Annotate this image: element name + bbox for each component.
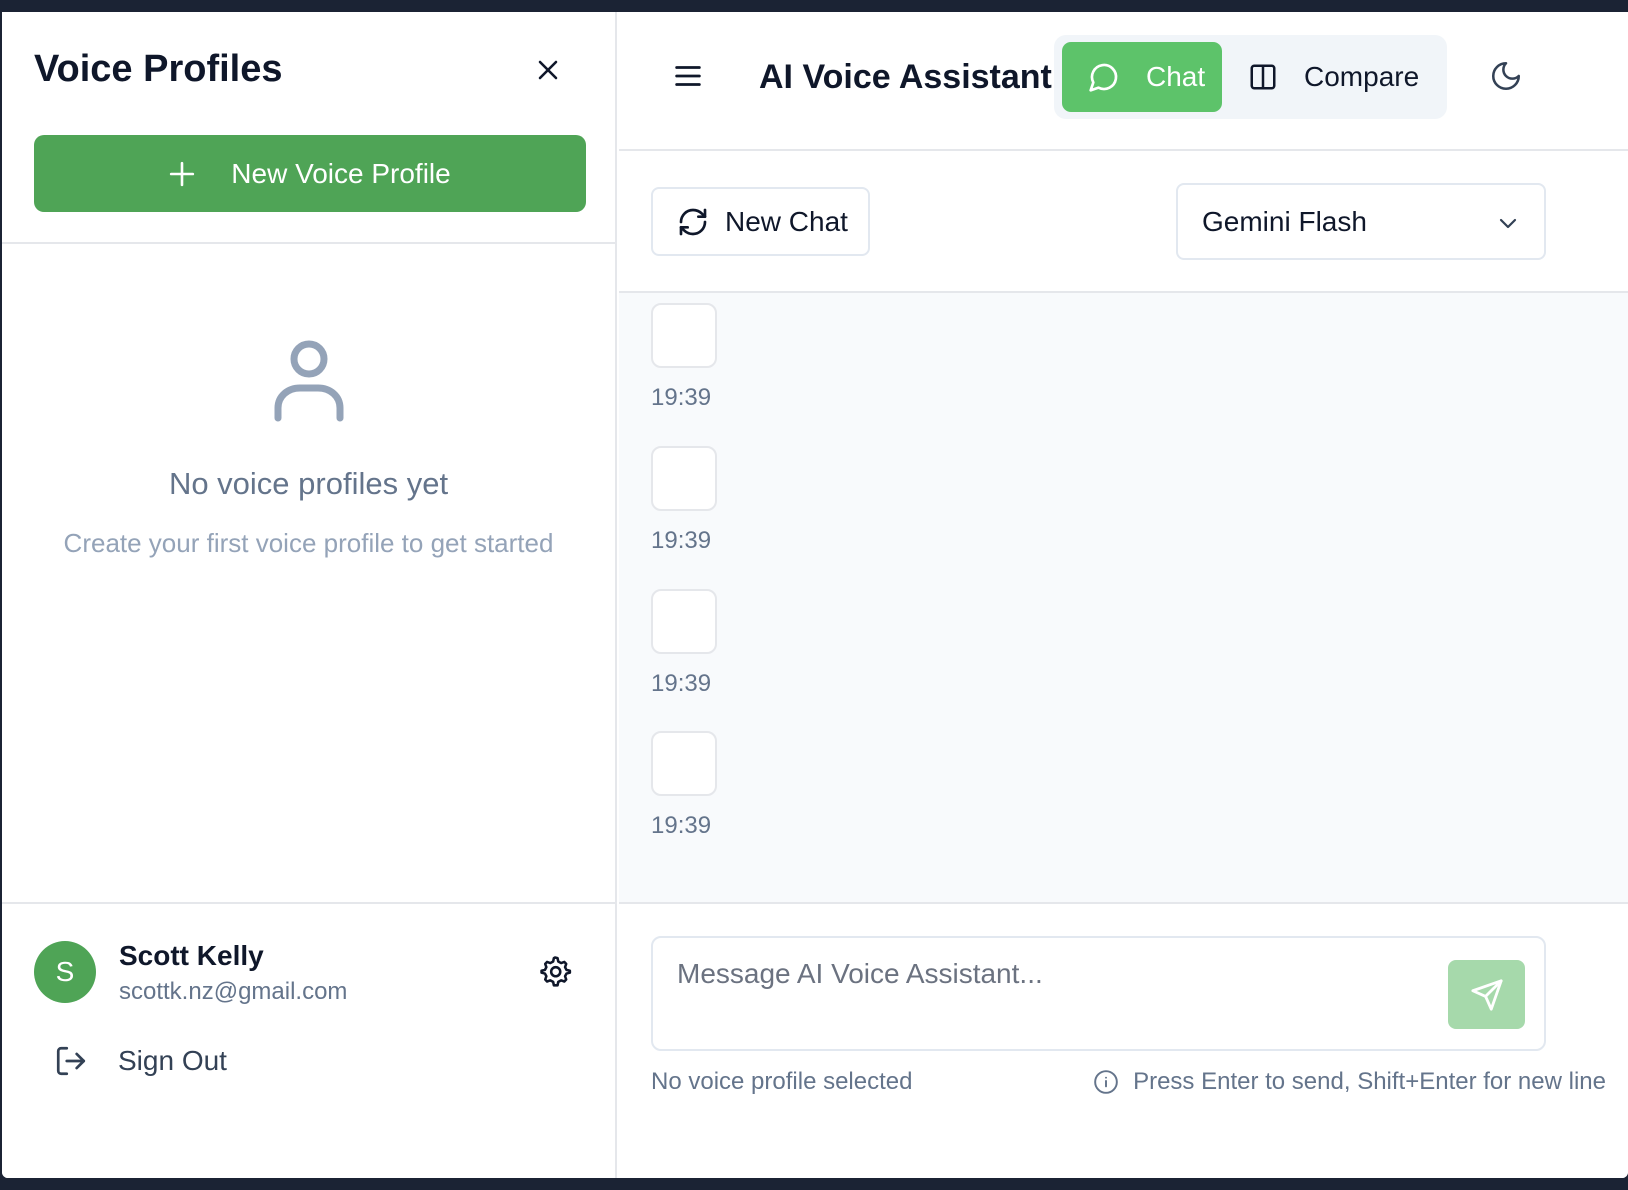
- model-select-value: Gemini Flash: [1202, 205, 1367, 237]
- chat-main: AI Voice Assistant Chat Compare New Chat…: [619, 12, 1628, 1178]
- empty-state-title: No voice profiles yet: [168, 466, 449, 501]
- tab-compare[interactable]: Compare: [1222, 42, 1442, 112]
- keyboard-hint-text: Press Enter to send, Shift+Enter for new…: [1133, 1068, 1606, 1095]
- send-icon: [1470, 978, 1503, 1011]
- message-circle-icon: [1089, 63, 1118, 92]
- plus-icon: [170, 161, 195, 186]
- message-timestamp: 19:39: [651, 527, 712, 554]
- close-icon: [538, 60, 558, 80]
- avatar: S: [34, 941, 96, 1003]
- message-bubble: [651, 731, 717, 796]
- user-name: Scott Kelly: [119, 940, 264, 971]
- new-voice-profile-button[interactable]: New Voice Profile: [34, 135, 586, 212]
- new-chat-label: New Chat: [725, 205, 848, 237]
- message-bubble: [651, 446, 717, 511]
- model-select[interactable]: Gemini Flash: [1176, 183, 1546, 260]
- info-icon: [1094, 1070, 1118, 1094]
- new-chat-button[interactable]: New Chat: [651, 187, 870, 256]
- tab-chat-label: Chat: [1146, 61, 1206, 92]
- tab-compare-label: Compare: [1304, 61, 1420, 92]
- settings-button[interactable]: [538, 954, 572, 988]
- composer: [651, 936, 1546, 1051]
- message-timestamp: 19:39: [651, 670, 712, 697]
- sign-out-button[interactable]: Sign Out: [54, 1044, 227, 1078]
- moon-icon: [1491, 61, 1521, 91]
- message-input[interactable]: [653, 938, 1433, 1049]
- voice-profile-status: No voice profile selected: [651, 1068, 913, 1095]
- hamburger-icon: [675, 66, 701, 86]
- chevron-down-icon: [1499, 218, 1517, 229]
- keyboard-hint: Press Enter to send, Shift+Enter for new…: [1093, 1068, 1606, 1096]
- log-out-icon: [56, 1046, 86, 1076]
- tab-chat[interactable]: Chat: [1062, 42, 1222, 112]
- new-voice-profile-label: New Voice Profile: [231, 157, 451, 189]
- menu-button[interactable]: [671, 59, 705, 93]
- columns-icon: [1250, 64, 1276, 90]
- send-button[interactable]: [1448, 960, 1525, 1029]
- app-title: AI Voice Assistant: [759, 58, 1052, 96]
- sidebar-footer: S Scott Kelly scottk.nz@gmail.com Sign O…: [2, 902, 615, 1178]
- mode-toggle: Chat Compare: [1054, 35, 1447, 119]
- user-icon: [274, 340, 344, 422]
- top-bar: AI Voice Assistant Chat Compare: [619, 12, 1628, 151]
- list-item: 19:39: [651, 303, 717, 412]
- sign-out-label: Sign Out: [118, 1045, 227, 1076]
- message-timestamp: 19:39: [651, 812, 712, 839]
- list-item: 19:39: [651, 589, 717, 698]
- sidebar-title: Voice Profiles: [34, 48, 283, 90]
- theme-toggle-button[interactable]: [1489, 59, 1525, 95]
- close-sidebar-button[interactable]: [530, 52, 566, 88]
- voice-profiles-sidebar: Voice Profiles New Voice Profile No voic…: [2, 12, 617, 1178]
- message-timestamp: 19:39: [651, 384, 712, 411]
- list-item: 19:39: [651, 731, 717, 840]
- user-email: scottk.nz@gmail.com: [119, 978, 348, 1005]
- gear-icon: [540, 956, 572, 987]
- message-list: 19:39 19:39 19:39 19:39: [619, 293, 1628, 902]
- list-item: 19:39: [651, 446, 717, 555]
- sidebar-header: Voice Profiles New Voice Profile: [2, 12, 615, 244]
- message-bubble: [651, 589, 717, 654]
- empty-state-subtitle: Create your first voice profile to get s…: [63, 528, 554, 558]
- message-bubble: [651, 303, 717, 368]
- composer-area: No voice profile selected Press Enter to…: [619, 902, 1628, 1178]
- app-window: Voice Profiles New Voice Profile No voic…: [2, 12, 1628, 1178]
- chat-toolbar: New Chat Gemini Flash: [619, 151, 1628, 293]
- refresh-icon: [679, 208, 707, 235]
